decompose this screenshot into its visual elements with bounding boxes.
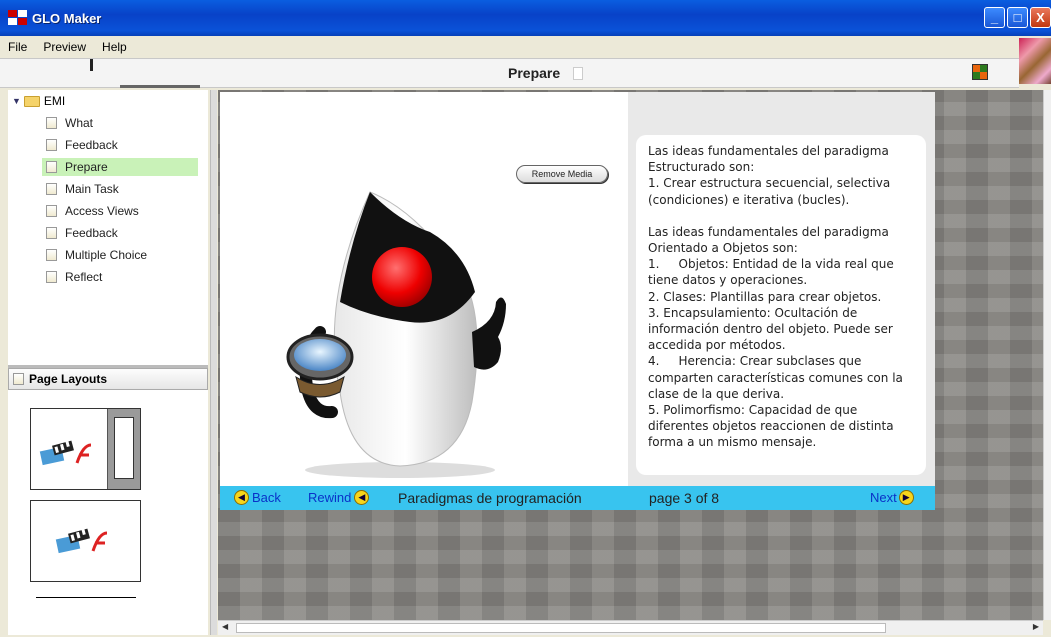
tree-item-what[interactable]: What	[46, 114, 202, 132]
tree-item-main-task[interactable]: Main Task	[46, 180, 202, 198]
rewind-arrow-icon: ◀	[354, 490, 370, 505]
media-icon	[39, 440, 92, 466]
menu-preview[interactable]: Preview	[43, 40, 86, 54]
tree-root-label: EMI	[43, 94, 66, 108]
vertical-splitter[interactable]	[210, 90, 217, 635]
splitter-grip-lower[interactable]	[120, 85, 200, 88]
page-icon[interactable]	[573, 67, 583, 80]
page-layouts-panel	[8, 390, 208, 635]
page-title: Prepare	[508, 65, 561, 81]
rewind-button[interactable]: Rewind ◀	[308, 490, 370, 505]
menu-bar: File Preview Help	[0, 36, 1051, 58]
back-arrow-icon: ◀	[234, 490, 249, 505]
tree-item-label: Feedback	[65, 226, 118, 240]
menu-file[interactable]: File	[8, 40, 27, 54]
app-icon	[8, 10, 28, 26]
paragraph: 3. Encapsulamiento: Ocultación de inform…	[648, 305, 897, 353]
tree-root[interactable]: ▼ EMI	[12, 94, 65, 108]
tree-item-access-views[interactable]: Access Views	[46, 202, 202, 220]
tree-item-prepare[interactable]: Prepare	[42, 158, 198, 176]
window-title: GLO Maker	[32, 10, 102, 26]
page-icon	[46, 271, 57, 283]
vertical-scrollbar[interactable]	[1043, 90, 1051, 620]
page-icon	[46, 249, 57, 261]
page-tree: ▼ EMI What Feedback Prepare Main Task Ac…	[8, 90, 208, 365]
expand-arrow-icon[interactable]: ▼	[12, 96, 21, 106]
folder-icon	[23, 95, 40, 107]
paragraph: 1. Objetos: Entidad de la vida real que …	[648, 257, 898, 288]
close-button[interactable]: X	[1030, 7, 1051, 28]
paragraph: 1. Crear estructura secuencial, selectiv…	[648, 176, 895, 207]
text-column-preview	[107, 409, 140, 489]
tree-item-label: Reflect	[65, 270, 103, 284]
tree-item-reflect[interactable]: Reflect	[46, 268, 202, 286]
page-indicator: page 3 of 8	[649, 490, 720, 506]
paragraph: 4. Herencia: Crear subclases que compart…	[648, 354, 907, 401]
page-layouts-header: Page Layouts	[8, 368, 208, 390]
back-button[interactable]: ◀ Back	[234, 490, 281, 505]
tree-item-label: Main Task	[65, 182, 119, 196]
tree-item-feedback[interactable]: Feedback	[46, 136, 202, 154]
page-icon	[46, 139, 57, 151]
next-button[interactable]: Next ▶	[870, 490, 914, 505]
page-icon	[13, 373, 24, 385]
page-icon	[46, 183, 57, 195]
maximize-button[interactable]: □	[1007, 7, 1028, 28]
back-label: Back	[252, 490, 281, 505]
layout-media-only[interactable]	[30, 500, 141, 582]
page-layouts-title: Page Layouts	[29, 372, 108, 386]
scroll-left-icon[interactable]: ◀	[222, 622, 228, 631]
topic-title: Paradigmas de programación	[398, 490, 582, 506]
page-header: Prepare	[0, 58, 1019, 88]
rewind-label: Rewind	[308, 490, 352, 505]
title-bar: GLO Maker _ □ X	[0, 0, 1051, 36]
page-icon	[46, 117, 57, 129]
next-arrow-icon: ▶	[898, 490, 914, 505]
menu-help[interactable]: Help	[102, 40, 127, 54]
splitter-grip[interactable]	[90, 59, 93, 71]
paragraph: Las ideas fundamentales del paradigma Es…	[648, 144, 893, 175]
mascot-image[interactable]	[260, 152, 530, 482]
page-icon	[46, 227, 57, 239]
scroll-right-icon[interactable]: ▶	[1033, 622, 1039, 631]
tree-item-label: What	[65, 116, 94, 130]
tree-item-label: Access Views	[65, 204, 139, 218]
layout-media-with-text[interactable]	[30, 408, 141, 490]
horizontal-scrollbar[interactable]: ◀ ▶	[218, 620, 1043, 635]
layouts-divider	[36, 597, 136, 598]
scroll-thumb[interactable]	[236, 623, 886, 633]
page-icon	[46, 161, 57, 173]
remove-media-button[interactable]: Remove Media	[516, 165, 608, 183]
color-scheme-icon[interactable]	[972, 64, 988, 80]
minimize-button[interactable]: _	[984, 7, 1005, 28]
user-avatar	[1019, 38, 1051, 84]
tree-item-label: Prepare	[65, 160, 108, 174]
tree-item-label: Multiple Choice	[65, 248, 148, 262]
tree-item-feedback-2[interactable]: Feedback	[46, 224, 202, 242]
media-icon	[55, 528, 108, 554]
next-label: Next	[870, 490, 897, 505]
paragraph: 5. Polimorfismo: Capacidad de que difere…	[648, 403, 898, 450]
navigation-bar: ◀ Back Rewind ◀ Paradigmas de programaci…	[220, 486, 935, 510]
paragraph: Las ideas fundamentales del paradigma Or…	[648, 224, 893, 256]
page-icon	[46, 205, 57, 217]
tree-item-multiple-choice[interactable]: Multiple Choice	[46, 246, 202, 264]
paragraph: 2. Clases: Plantillas para crear objetos…	[648, 289, 882, 304]
tree-item-label: Feedback	[65, 138, 118, 152]
content-text-box[interactable]: Las ideas fundamentales del paradigma Es…	[636, 135, 926, 475]
